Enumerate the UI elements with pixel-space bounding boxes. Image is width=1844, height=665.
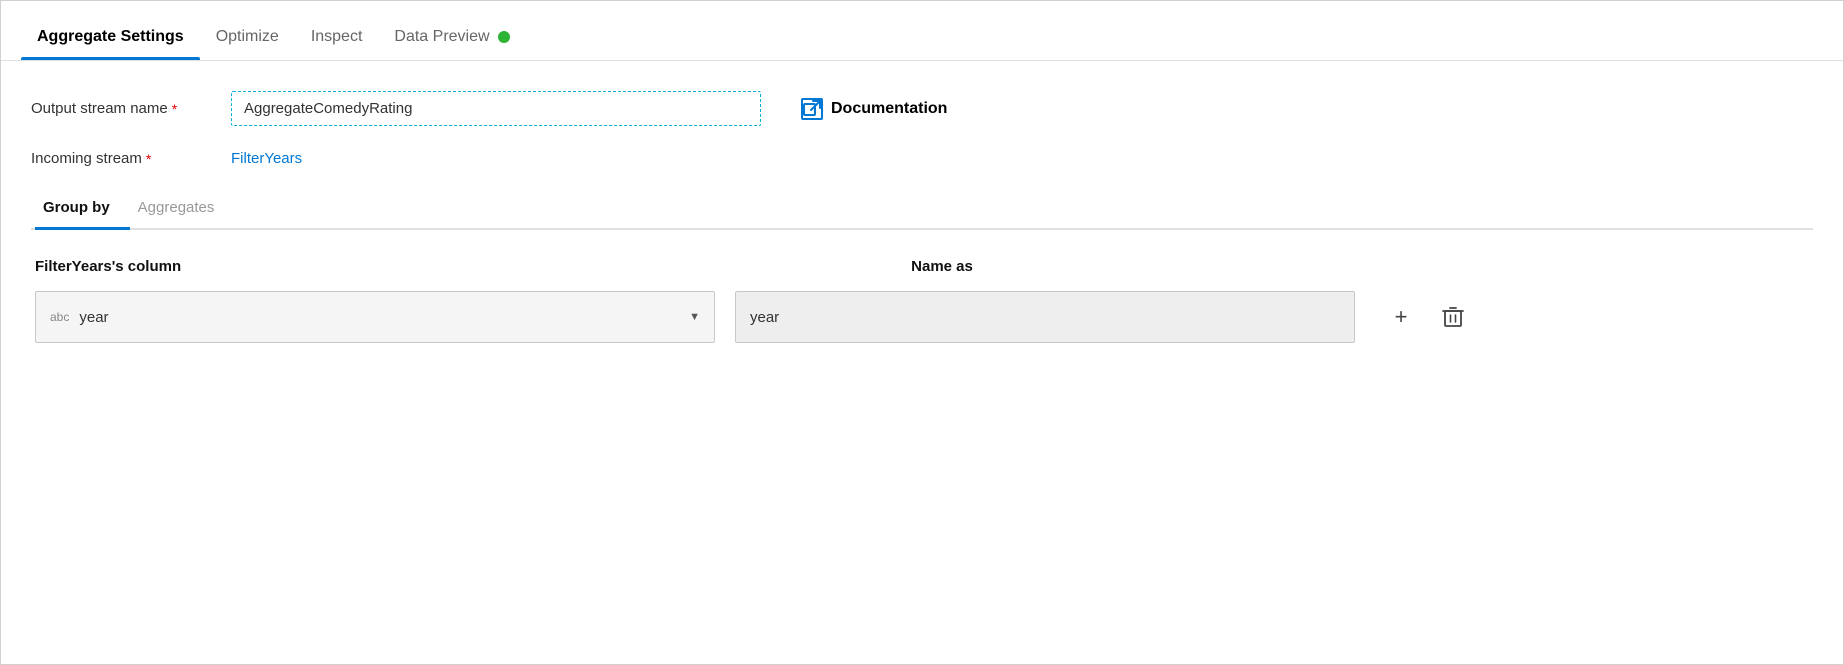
sub-tab-bar: Group by Aggregates bbox=[31, 191, 1813, 230]
incoming-stream-label: Incoming stream * bbox=[31, 150, 231, 167]
incoming-stream-row: Incoming stream * FilterYears bbox=[31, 150, 1813, 167]
add-row-button[interactable]: + bbox=[1383, 299, 1419, 335]
incoming-stream-link[interactable]: FilterYears bbox=[231, 150, 302, 167]
dropdown-arrow-icon: ▼ bbox=[689, 311, 700, 323]
main-container: Aggregate Settings Optimize Inspect Data… bbox=[0, 0, 1844, 665]
delete-row-button[interactable] bbox=[1435, 299, 1471, 335]
group-by-content: FilterYears's column Name as abc year ▼ … bbox=[31, 258, 1813, 343]
sub-tab-aggregates[interactable]: Aggregates bbox=[130, 191, 235, 228]
name-as-header: Name as bbox=[911, 258, 973, 275]
column-dropdown-value: year bbox=[79, 309, 689, 326]
output-stream-label: Output stream name * bbox=[31, 100, 231, 117]
name-as-input[interactable] bbox=[735, 291, 1355, 343]
sub-tab-group-by[interactable]: Group by bbox=[35, 191, 130, 228]
top-tab-bar: Aggregate Settings Optimize Inspect Data… bbox=[1, 1, 1843, 61]
row-actions: + bbox=[1383, 299, 1471, 335]
filter-years-column-header: FilterYears's column bbox=[35, 258, 181, 275]
tab-inspect[interactable]: Inspect bbox=[295, 28, 379, 60]
group-by-row: abc year ▼ + bbox=[35, 291, 1809, 343]
output-stream-required: * bbox=[172, 101, 177, 117]
incoming-stream-required: * bbox=[146, 151, 151, 167]
columns-header: FilterYears's column Name as bbox=[35, 258, 1809, 275]
tab-data-preview[interactable]: Data Preview bbox=[378, 28, 525, 60]
tab-aggregate-settings[interactable]: Aggregate Settings bbox=[21, 28, 200, 60]
column-dropdown[interactable]: abc year ▼ bbox=[35, 291, 715, 343]
main-content: Output stream name * Documentation Incom… bbox=[1, 61, 1843, 363]
abc-type-label: abc bbox=[50, 310, 69, 324]
external-link-icon bbox=[801, 98, 823, 120]
documentation-label: Documentation bbox=[831, 100, 947, 118]
tab-optimize[interactable]: Optimize bbox=[200, 28, 295, 60]
documentation-link[interactable]: Documentation bbox=[801, 98, 947, 120]
data-preview-dot-icon bbox=[498, 31, 510, 43]
output-stream-row: Output stream name * Documentation bbox=[31, 91, 1813, 126]
output-stream-input[interactable] bbox=[231, 91, 761, 126]
tab-data-preview-label: Data Preview bbox=[394, 28, 489, 46]
